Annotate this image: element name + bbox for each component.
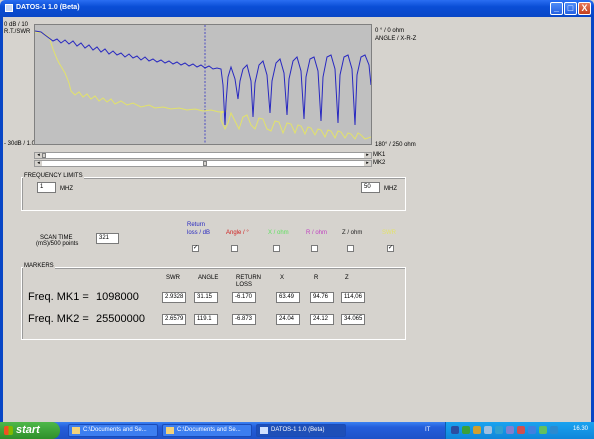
y-axis-left-top: 0 dB / 10	[4, 22, 29, 28]
marker-freq-value: 25500000	[96, 313, 145, 325]
trace-label: Z / ohm	[342, 230, 363, 236]
trace-label-line1: Return	[187, 222, 206, 228]
trace-label: loss / dB	[187, 230, 211, 236]
y-axis-left-bottom: - 30dB / 1.0	[4, 141, 36, 147]
mk2-scroll-left-button[interactable]: ◂	[35, 161, 42, 166]
marker-freq-value: 1098000	[96, 291, 139, 303]
y-axis-left-top-2: R.T./SWR	[4, 29, 31, 35]
marker-value-field[interactable]: 34.065	[341, 314, 365, 325]
mk1-scroll-left-button[interactable]: ◂	[35, 153, 42, 158]
scan-time-sublabel: (mS)/500 points	[36, 241, 79, 247]
taskbar: start C:\Documents and Se... C:\Document…	[0, 422, 594, 439]
trace-label: X / ohm	[268, 230, 289, 236]
marker-value-field[interactable]: 119.1	[194, 314, 218, 325]
marker-freq-label: Freq. MK1 =	[28, 291, 89, 303]
y-axis-right-bottom: 180° / 250 ohm	[375, 142, 416, 148]
taskbar-item-explorer-2[interactable]: C:\Documents and Se...	[162, 424, 252, 437]
taskbar-item-datos[interactable]: DATOS-1 1.0 (Beta)	[256, 424, 346, 437]
marker-value-field[interactable]: 24.04	[276, 314, 300, 325]
marker-value-field[interactable]: 31.15	[194, 292, 218, 303]
mk2-label: MK2	[373, 160, 386, 166]
folder-icon	[72, 427, 80, 434]
start-label: start	[16, 424, 40, 436]
tray-icon-9[interactable]	[539, 426, 547, 434]
windows-logo-icon	[4, 426, 13, 435]
trace-checkbox[interactable]	[311, 245, 318, 252]
max-frequency-unit: MHZ	[384, 186, 397, 192]
trace-checkbox[interactable]: ✓	[387, 245, 394, 252]
tray-icon-8[interactable]	[528, 426, 536, 434]
tray-icon-4[interactable]	[484, 426, 492, 434]
markers-column-header: ANGLE	[198, 275, 219, 281]
mk2-scroll-thumb[interactable]	[203, 161, 207, 166]
frequency-limits-title: FREQUENCY LIMITS	[23, 173, 84, 179]
tray-icon-5[interactable]	[495, 426, 503, 434]
markers-column-header: R	[314, 275, 319, 281]
window-title: DATOS-1 1.0 (Beta)	[16, 4, 80, 11]
trace-checkbox[interactable]: ✓	[192, 245, 199, 252]
min-frequency-unit: MHZ	[60, 186, 73, 192]
volume-icon[interactable]	[550, 426, 558, 434]
marker-freq-label: Freq. MK2 =	[28, 313, 89, 325]
markers-column-header: X	[280, 275, 285, 281]
markers-title: MARKERS	[23, 263, 55, 269]
markers-column-header: Z	[345, 275, 349, 281]
trace-label: SWR	[382, 230, 396, 236]
system-tray: 16.30	[445, 422, 594, 439]
marker-value-field[interactable]: -6.170	[232, 292, 256, 303]
tray-icon-3[interactable]	[473, 426, 481, 434]
start-button[interactable]: start	[0, 422, 60, 439]
trace-label: Angle / °	[226, 230, 249, 236]
tray-icon-6[interactable]	[506, 426, 514, 434]
marker-value-field[interactable]: 63.49	[276, 292, 300, 303]
min-frequency-input[interactable]: 1	[37, 182, 56, 193]
minimize-button[interactable]: _	[550, 2, 563, 15]
mk1-label: MK1	[373, 152, 386, 158]
tray-icon-2[interactable]	[462, 426, 470, 434]
trace-checkbox[interactable]	[347, 245, 354, 252]
marker-value-field[interactable]: 2.9328	[162, 292, 186, 303]
folder-icon	[166, 427, 174, 434]
graph-area[interactable]	[34, 24, 372, 145]
mk1-scroll-thumb[interactable]	[42, 153, 46, 158]
mk1-scroll-right-button[interactable]: ▸	[364, 153, 371, 158]
language-indicator[interactable]: IT	[425, 427, 430, 433]
clock: 16.30	[572, 426, 588, 432]
marker-value-field[interactable]: 24.12	[310, 314, 334, 325]
title-bar: DATOS-1 1.0 (Beta) _ □ X	[0, 0, 594, 17]
marker-value-field[interactable]: 114,06	[341, 292, 365, 303]
y-axis-right-top: 0 ° / 0 ohm	[375, 28, 405, 34]
taskbar-item-explorer-1[interactable]: C:\Documents and Se...	[68, 424, 158, 437]
taskbar-item-label: DATOS-1 1.0 (Beta)	[271, 427, 325, 433]
mk2-scrollbar[interactable]: ◂ ▸	[34, 160, 372, 167]
tray-icon-7[interactable]	[517, 426, 525, 434]
y-axis-right-top-2: ANGLE / X-R-Z	[375, 36, 417, 42]
app-icon	[5, 4, 13, 12]
markers-column-header: SWR	[166, 275, 180, 281]
frequency-limits-group	[21, 177, 406, 211]
markers-column-subheader: LOSS	[236, 282, 253, 288]
taskbar-item-label: C:\Documents and Se...	[83, 427, 147, 433]
markers-column-header: RETURN	[236, 275, 261, 281]
maximize-button[interactable]: □	[564, 2, 577, 15]
close-button[interactable]: X	[578, 2, 591, 15]
mk2-scroll-right-button[interactable]: ▸	[364, 161, 371, 166]
app-icon	[260, 427, 268, 434]
max-frequency-input[interactable]: 50	[361, 182, 380, 193]
marker-value-field[interactable]: -6.873	[232, 314, 256, 325]
tray-icon-1[interactable]	[451, 426, 459, 434]
marker-value-field[interactable]: 2.6579	[162, 314, 186, 325]
trace-checkbox[interactable]	[231, 245, 238, 252]
graph-svg	[35, 25, 371, 144]
trace-label: R / ohm	[306, 230, 328, 236]
mk1-scrollbar[interactable]: ◂ ▸	[34, 152, 372, 159]
taskbar-item-label: C:\Documents and Se...	[177, 427, 241, 433]
scan-time-input[interactable]: 321	[96, 233, 119, 244]
marker-value-field[interactable]: 94.76	[310, 292, 334, 303]
trace-checkbox[interactable]	[273, 245, 280, 252]
